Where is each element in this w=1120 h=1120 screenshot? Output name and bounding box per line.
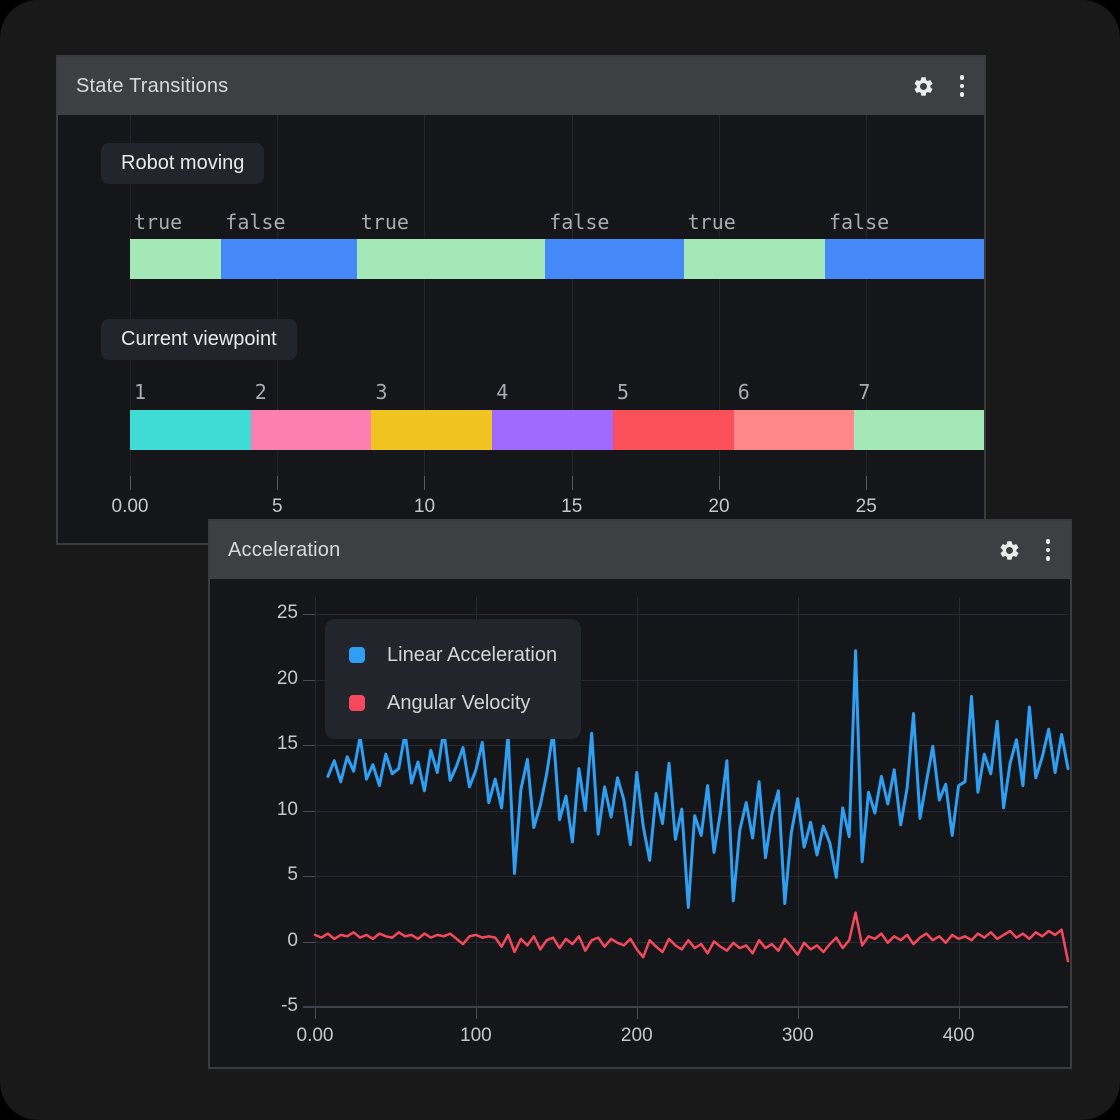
state-segment-value: true — [688, 210, 736, 234]
state-segment[interactable] — [854, 410, 984, 450]
state-panel-actions — [912, 73, 967, 99]
x-axis-label: 100 — [460, 1025, 492, 1047]
acceleration-plot[interactable]: -5 0 5 10 15 20 25 0.00 100 200 300 400 Linear Acce… — [210, 579, 1070, 1067]
gear-icon[interactable] — [998, 538, 1022, 562]
kebab-menu-icon[interactable] — [1044, 537, 1053, 563]
state-segment-value: 5 — [617, 380, 629, 404]
y-axis-label: 0 — [238, 930, 298, 952]
legend-item-angular-velocity[interactable]: Angular Velocity — [349, 679, 557, 727]
row-label-current-viewpoint: Current viewpoint — [101, 319, 297, 360]
state-segment-value: true — [134, 210, 182, 234]
axis-tick — [277, 476, 278, 490]
axis-tick — [719, 476, 720, 490]
state-segment-value: 7 — [858, 380, 870, 404]
x-axis-label: 25 — [856, 496, 877, 518]
x-axis-label: 200 — [621, 1025, 653, 1047]
y-axis-label: 10 — [238, 799, 298, 821]
state-segment[interactable] — [371, 410, 492, 450]
x-axis-label: 5 — [272, 496, 283, 518]
legend-item-linear-acceleration[interactable]: Linear Acceleration — [349, 631, 557, 679]
x-axis-label: 20 — [708, 496, 729, 518]
axis-tick — [424, 476, 425, 490]
accel-panel-header[interactable]: Acceleration — [210, 521, 1070, 579]
y-axis-label: 5 — [238, 864, 298, 886]
x-axis-label: 300 — [782, 1025, 814, 1047]
axis-tick — [866, 476, 867, 490]
state-segment-value: 4 — [496, 380, 508, 404]
axis-tick — [303, 876, 315, 877]
axis-tick — [303, 614, 315, 615]
y-axis-label: 25 — [238, 602, 298, 624]
state-segment[interactable] — [357, 239, 545, 279]
state-segment[interactable] — [734, 410, 855, 450]
state-segment-value: 6 — [738, 380, 750, 404]
y-axis-label: 20 — [238, 668, 298, 690]
legend-label: Linear Acceleration — [387, 644, 557, 667]
state-segment[interactable] — [492, 410, 613, 450]
state-segment[interactable] — [251, 410, 372, 450]
legend-label: Angular Velocity — [387, 692, 530, 715]
axis-tick — [303, 811, 315, 812]
state-segment-value: false — [549, 210, 609, 234]
state-segment[interactable] — [221, 239, 356, 279]
state-segment[interactable] — [130, 239, 221, 279]
state-segment-value: false — [225, 210, 285, 234]
state-panel-title: State Transitions — [76, 75, 912, 98]
chart-legend: Linear Acceleration Angular Velocity — [325, 619, 581, 739]
gear-icon[interactable] — [912, 74, 936, 98]
accel-panel-actions — [998, 537, 1053, 563]
axis-tick — [303, 942, 315, 943]
y-axis-label: 15 — [238, 733, 298, 755]
series-swatch-angular-velocity — [349, 695, 365, 711]
state-segment[interactable] — [825, 239, 984, 279]
state-segment-value: true — [361, 210, 409, 234]
panel-state-transitions: State Transitions Robot moving Current v… — [56, 55, 986, 545]
kebab-menu-icon[interactable] — [958, 73, 967, 99]
state-segment[interactable] — [130, 410, 251, 450]
x-axis-label: 0.00 — [112, 496, 149, 518]
axis-tick — [303, 745, 315, 746]
state-segment[interactable] — [684, 239, 825, 279]
state-segment-value: false — [829, 210, 889, 234]
state-timeline-plot[interactable]: Robot moving Current viewpoint 0.0051015… — [58, 115, 984, 543]
x-axis-label: 15 — [561, 496, 582, 518]
dashboard-canvas: State Transitions Robot moving Current v… — [0, 0, 1120, 1120]
state-segment[interactable] — [545, 239, 683, 279]
series-swatch-linear-acceleration — [349, 647, 365, 663]
state-segment-value: 2 — [255, 380, 267, 404]
x-axis-label: 400 — [943, 1025, 975, 1047]
y-axis-label: -5 — [238, 995, 298, 1017]
state-segment-value: 3 — [375, 380, 387, 404]
x-axis-label: 0.00 — [297, 1025, 334, 1047]
row-label-robot-moving: Robot moving — [101, 143, 264, 184]
x-axis-label: 10 — [414, 496, 435, 518]
axis-tick — [303, 680, 315, 681]
axis-tick — [130, 476, 131, 490]
state-segment-value: 1 — [134, 380, 146, 404]
state-segment[interactable] — [613, 410, 734, 450]
panel-acceleration: Acceleration -5 0 5 10 15 20 25 0.00 100 200 300 40… — [208, 519, 1072, 1069]
accel-panel-title: Acceleration — [228, 539, 998, 562]
state-panel-header[interactable]: State Transitions — [58, 57, 984, 115]
axis-tick — [572, 476, 573, 490]
series-line-angular-velocity — [315, 913, 1068, 961]
